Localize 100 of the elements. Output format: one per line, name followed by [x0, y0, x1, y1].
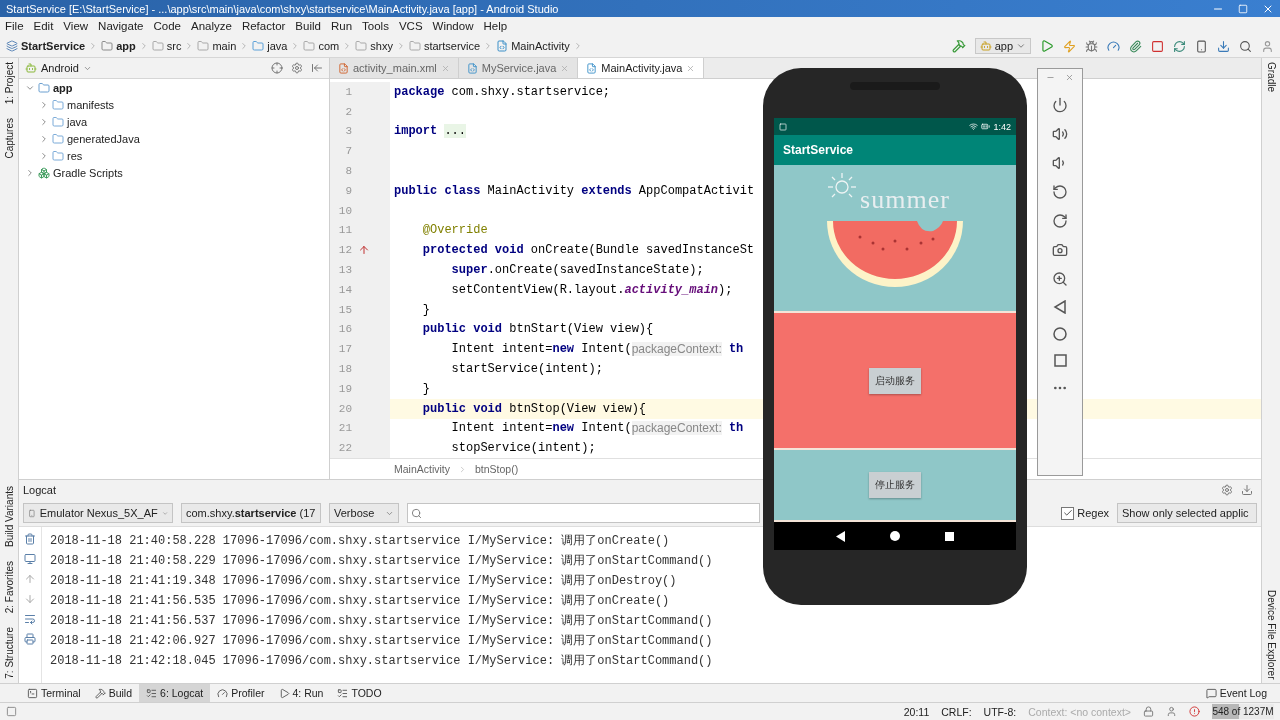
tool-window-tab[interactable]: Captures	[3, 118, 15, 159]
maximize-icon[interactable]	[1238, 3, 1248, 14]
tree-item[interactable]: java	[67, 115, 88, 128]
tool-tab[interactable]: Terminal	[20, 684, 88, 702]
line-number: 16	[337, 323, 352, 336]
line-number: 13	[337, 264, 352, 277]
tree-item[interactable]: res	[67, 149, 83, 162]
tool-window-tab[interactable]: Gradle	[1265, 62, 1277, 92]
project-view-dropdown[interactable]: Android	[25, 62, 92, 74]
home-icon[interactable]	[890, 531, 901, 541]
menu-item[interactable]: Help	[483, 20, 508, 32]
menu-item[interactable]: Code	[153, 20, 181, 32]
lightning-icon[interactable]	[1063, 39, 1076, 53]
close-icon[interactable]	[1065, 73, 1074, 82]
breadcrumb-item[interactable]: java	[267, 40, 288, 52]
tool-window-tab[interactable]: 1: Project	[3, 62, 15, 105]
menu-item[interactable]: Build	[295, 20, 321, 32]
line-separator[interactable]: CRLF:	[941, 705, 972, 718]
run-icon[interactable]	[1040, 39, 1054, 53]
breadcrumb-item[interactable]: MainActivity	[511, 40, 570, 52]
memory-indicator[interactable]: 548 of 1237M	[1212, 704, 1274, 719]
regex-checkbox[interactable]	[1061, 506, 1075, 520]
search-field[interactable]	[407, 503, 760, 523]
hammer-icon[interactable]	[951, 39, 966, 53]
start-service-button[interactable]: 启动服务	[869, 367, 921, 394]
breadcrumb-item[interactable]: main	[212, 40, 237, 52]
tree-item[interactable]: manifests	[67, 98, 115, 111]
power-icon[interactable]	[1052, 97, 1068, 113]
home-icon[interactable]	[1053, 327, 1067, 341]
device-dropdown[interactable]: Emulator Nexus_5X_AF	[23, 503, 173, 523]
stop-icon[interactable]	[1151, 39, 1164, 53]
menu-item[interactable]: View	[63, 20, 89, 32]
screenshot-icon[interactable]	[24, 553, 36, 565]
close-icon	[686, 63, 696, 73]
log-line: 2018-11-18 21:40:58.228 17096-17096/com.shxy.startservice I/MyService: 调用了onCreate()	[50, 532, 671, 550]
tool-tab[interactable]: Build	[87, 684, 140, 702]
overview-icon[interactable]	[944, 531, 954, 541]
zoom-icon[interactable]	[1052, 271, 1068, 287]
device-manager-icon[interactable]	[1195, 39, 1208, 53]
code-breadcrumb[interactable]: btnStop()	[475, 463, 519, 475]
debug-icon[interactable]	[1085, 39, 1098, 53]
locate-icon[interactable]	[271, 62, 283, 74]
run-config-dropdown[interactable]: app	[974, 38, 1031, 54]
tool-window-tab[interactable]: 2: Favorites	[3, 561, 15, 614]
tree-item[interactable]: app	[53, 81, 73, 94]
menu-item[interactable]: Navigate	[98, 20, 144, 32]
editor-tab[interactable]: activity_main.xml	[330, 58, 459, 78]
breadcrumb-item[interactable]: src	[166, 40, 182, 52]
menu-item[interactable]: Edit	[33, 20, 54, 32]
rotate-right-icon[interactable]	[1052, 213, 1068, 229]
minimize-panel-icon[interactable]	[1241, 484, 1253, 496]
settings-icon[interactable]	[291, 62, 303, 74]
filter-dropdown[interactable]: Show only selected applic	[1117, 503, 1257, 523]
breadcrumb-item[interactable]: app	[116, 40, 136, 52]
tree-item[interactable]: generatedJava	[67, 132, 140, 145]
code-breadcrumb[interactable]: MainActivity	[394, 463, 450, 475]
wrap-icon[interactable]	[24, 613, 36, 625]
sync-icon[interactable]	[1173, 39, 1186, 53]
menu-item[interactable]: Window	[432, 20, 474, 32]
breadcrumb-item[interactable]: shxy	[370, 40, 393, 52]
settings-icon[interactable]	[1221, 484, 1233, 496]
trash-icon[interactable]	[24, 533, 36, 545]
tool-window-tab[interactable]: 7: Structure	[3, 627, 15, 679]
tool-tab[interactable]: Profiler	[210, 684, 272, 702]
menu-item[interactable]: File	[5, 20, 24, 32]
tool-window-tab[interactable]: Device File Explorer	[1265, 589, 1277, 679]
attach-icon[interactable]	[1129, 39, 1142, 53]
profiler-icon[interactable]	[1107, 39, 1120, 53]
log-level-dropdown[interactable]: Verbose	[329, 503, 399, 523]
event-log-tab[interactable]: Event Log	[1198, 684, 1274, 702]
camera-icon[interactable]	[1052, 242, 1068, 258]
rotate-left-icon[interactable]	[1052, 184, 1068, 200]
cursor-position[interactable]: 20:11	[903, 705, 930, 718]
breadcrumb-item[interactable]: StartService	[21, 40, 86, 52]
hide-panel-icon[interactable]	[311, 62, 323, 74]
line-number: 19	[337, 382, 352, 395]
process-dropdown[interactable]: com.shxy.startservice (17	[181, 503, 321, 523]
volume-up-icon[interactable]	[1052, 126, 1068, 142]
menu-item[interactable]: VCS	[398, 20, 423, 32]
menu-item[interactable]: Refactor	[241, 20, 286, 32]
code-line: public class MainActivity extends AppCompatActivit	[394, 183, 755, 198]
back-icon[interactable]	[1053, 300, 1067, 314]
back-icon[interactable]	[836, 530, 847, 542]
tool-window-tab[interactable]: Build Variants	[3, 486, 15, 548]
menu-item[interactable]: Run	[330, 20, 353, 32]
tool-tab[interactable]: TODO	[330, 684, 389, 702]
editor-tab[interactable]: MyService.java	[458, 58, 579, 78]
editor-tab[interactable]: MainActivity.java	[578, 58, 705, 78]
file-encoding[interactable]: UTF-8:	[983, 705, 1017, 718]
breadcrumb-item[interactable]: startservice	[423, 40, 481, 52]
user-icon[interactable]	[1261, 39, 1274, 53]
stop-service-button[interactable]: 停止服务	[869, 472, 921, 498]
tree-item[interactable]: Gradle Scripts	[53, 166, 123, 179]
tool-tab[interactable]: 6: Logcat	[139, 684, 211, 702]
search-icon[interactable]	[1239, 39, 1252, 53]
breadcrumb-item[interactable]: com	[318, 40, 340, 52]
menu-item[interactable]: Tools	[362, 20, 389, 32]
menu-item[interactable]: Analyze	[190, 20, 232, 32]
tool-tab[interactable]: 4: Run	[271, 684, 331, 702]
print-icon[interactable]	[24, 633, 36, 645]
